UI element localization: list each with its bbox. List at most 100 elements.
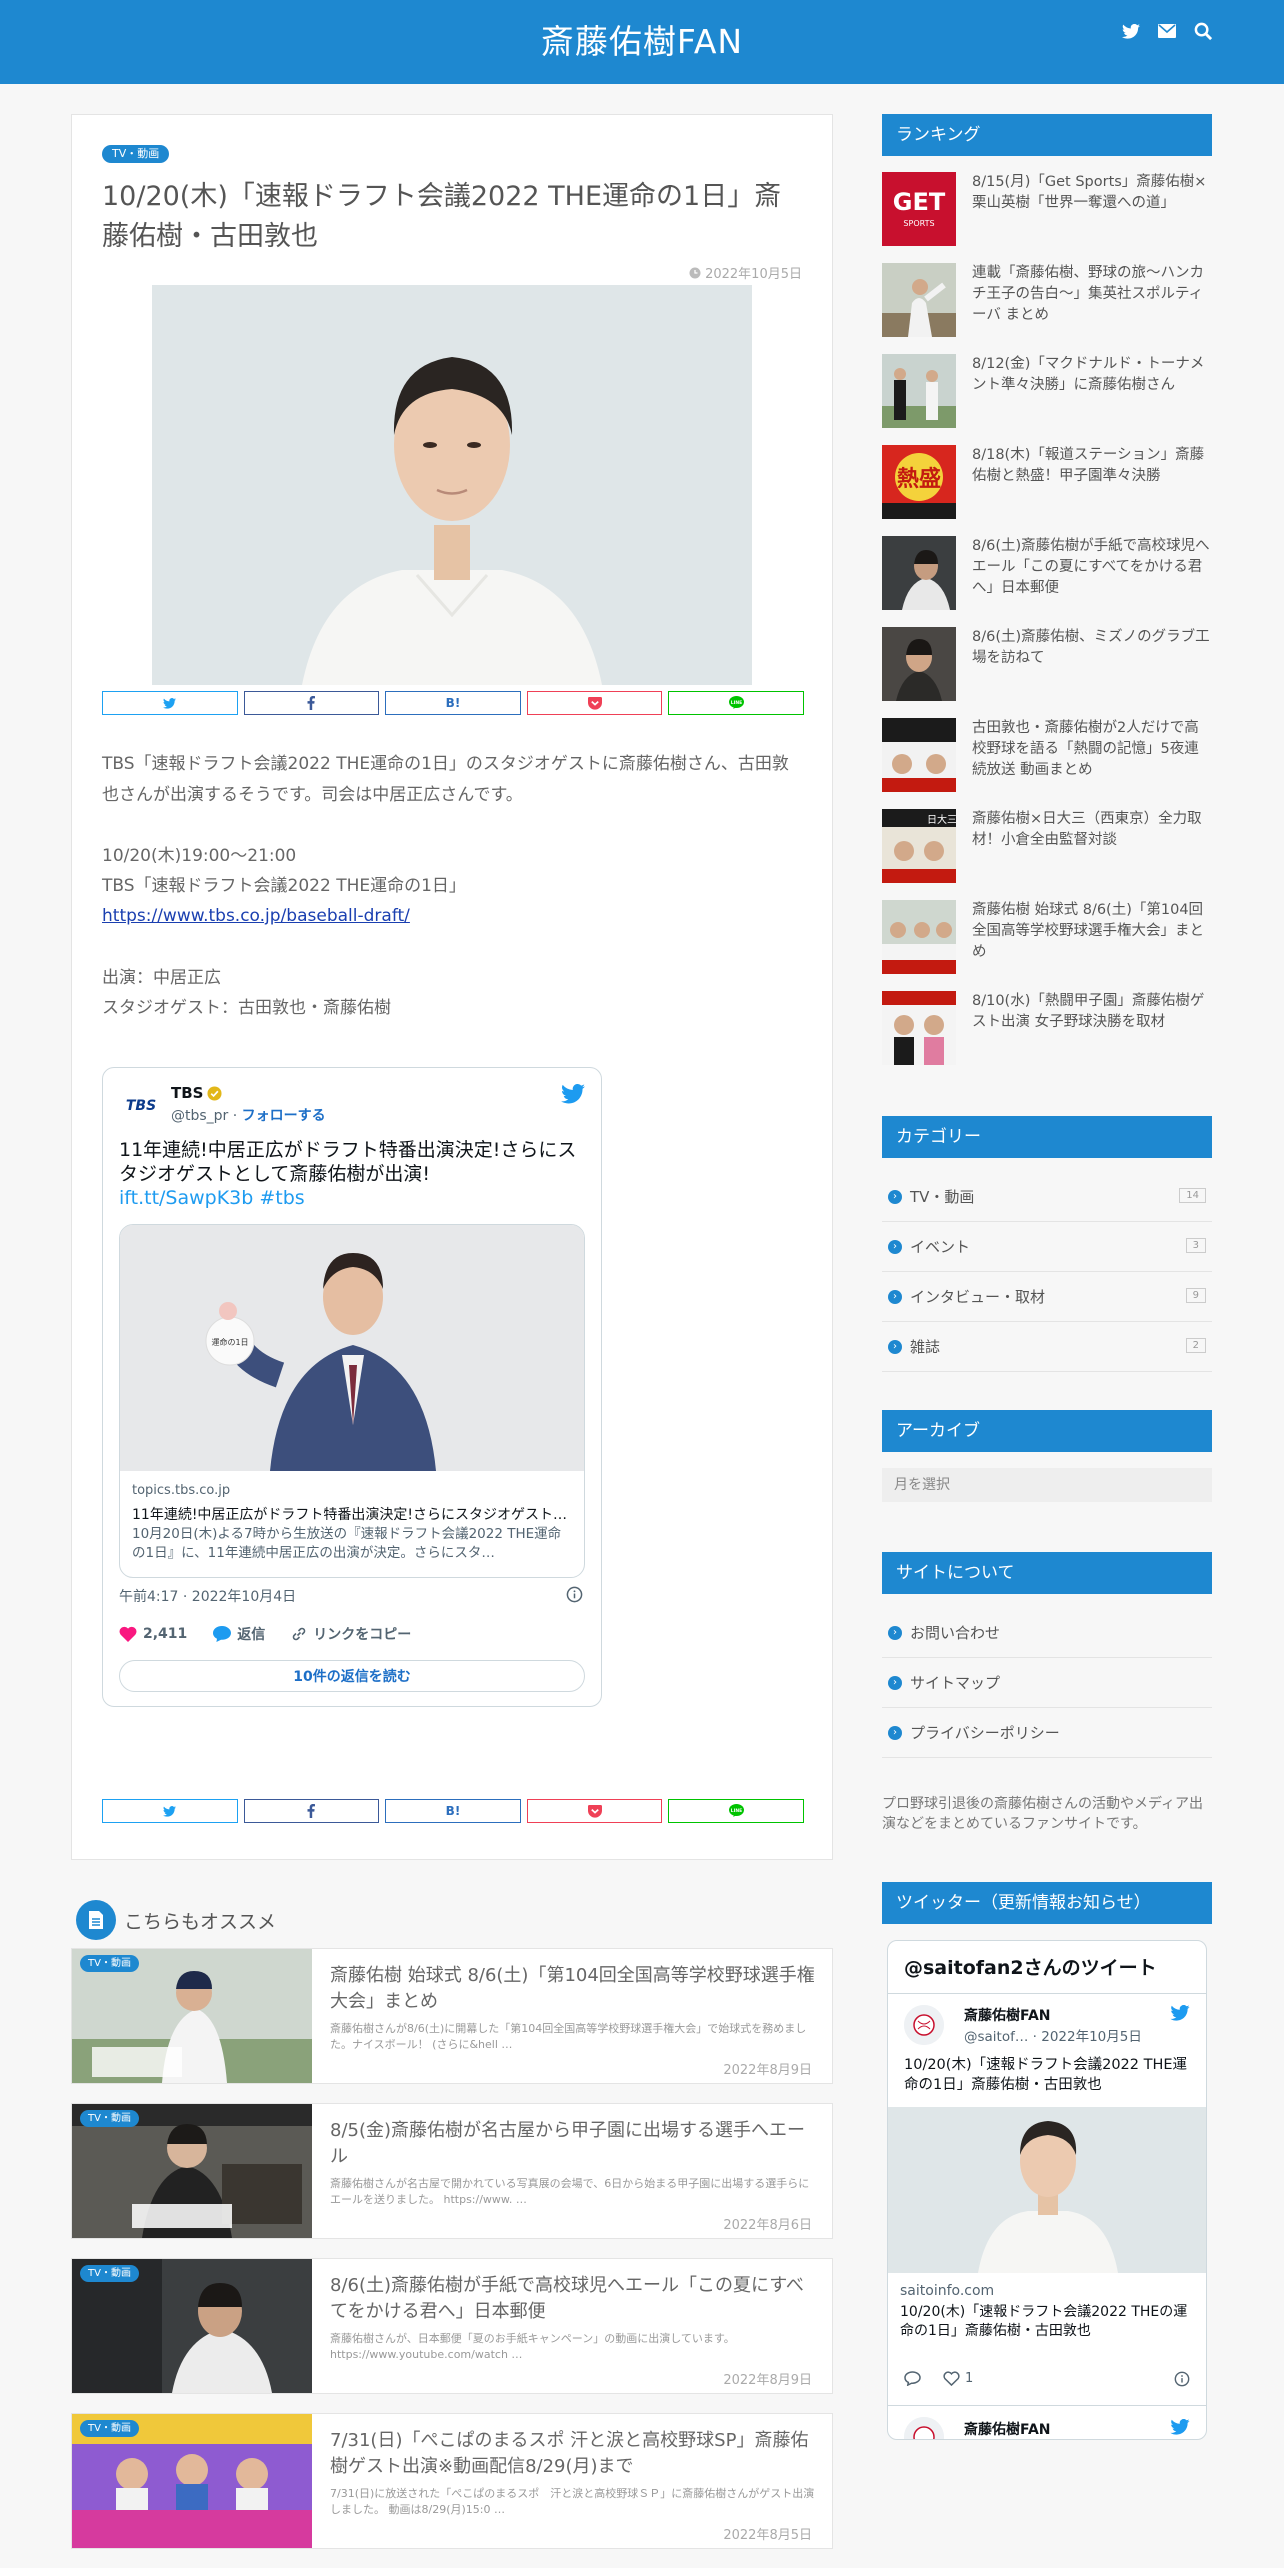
recommend-item[interactable]: TV・動画 8/6(土)斎藤佑樹が手紙で高校球児へエール「この夏にすべてをかける…	[71, 2258, 833, 2394]
twitter-bird-icon[interactable]	[1170, 2004, 1190, 2025]
clock-icon	[689, 267, 701, 278]
recommend-item[interactable]: TV・動画 斎藤佑樹 始球式 8/6(土)「第104回全国高等学校野球選手権大会…	[71, 1948, 833, 2084]
share-twitter-button[interactable]	[102, 1799, 238, 1823]
ranking-title: 8/6(土)斎藤佑樹が手紙で高校球児へエール「この夏にすべてをかける君へ」日本郵…	[972, 538, 1210, 596]
ranking-item[interactable]: 連載「斎藤佑樹、野球の旅～ハンカチ王子の告白～」集英社スポルティーバ まとめ	[882, 263, 1212, 339]
reply-bubble-icon	[904, 2371, 921, 2386]
recommend-thumbnail: TV・動画	[72, 2259, 312, 2393]
timeline-heading[interactable]: @saitofan2さんのツイート	[904, 1953, 1157, 1980]
about-link-sitemap[interactable]: › サイトマップ	[882, 1658, 1212, 1708]
follow-link[interactable]: フォローする	[242, 1108, 326, 1124]
ranking-thumbnail: 日大三	[882, 809, 956, 883]
recommend-item[interactable]: TV・動画 8/5(金)斎藤佑樹が名古屋から甲子園に出場する選手へエール 斎藤佑…	[71, 2103, 833, 2239]
reply-bubble-icon	[213, 1626, 232, 1642]
timeline-reply-button[interactable]	[904, 2371, 921, 2386]
category-count: 3	[1185, 1238, 1206, 1253]
reply-button[interactable]: 返信	[213, 1624, 265, 1644]
copy-link-button[interactable]: リンクをコピー	[291, 1624, 411, 1644]
ranking-thumbnail	[882, 536, 956, 610]
ranking-title: 斎藤佑樹 始球式 8/6(土)「第104回全国高等学校野球選手権大会」まとめ	[972, 902, 1204, 960]
timeline-author-name[interactable]: 斎藤佑樹FAN	[964, 2005, 1051, 2025]
tbs-avatar[interactable]: TBS	[121, 1086, 161, 1126]
netsumori-logo-text: 熱盛	[897, 466, 941, 492]
share-pocket-button[interactable]	[526, 1799, 663, 1823]
recommend-excerpt: 斎藤佑樹さんが名古屋で開かれている写真展の会場で、6日から始まる甲子園に出場する…	[330, 2177, 810, 2206]
share-hatena-button[interactable]: B!	[385, 691, 521, 715]
archive-heading: アーカイブ	[882, 1410, 1212, 1452]
tweet-separator: ·	[232, 1108, 238, 1124]
share-facebook-button[interactable]	[243, 1799, 380, 1823]
category-count: 2	[1185, 1338, 1206, 1353]
twitter-bird-icon[interactable]	[1170, 2418, 1190, 2439]
reply-label: 返信	[237, 1627, 266, 1643]
recommend-date: 2022年8月9日	[723, 2063, 812, 2078]
category-item-tv[interactable]: › TV・動画 14	[882, 1172, 1212, 1222]
chevron-right-icon: ›	[888, 1625, 902, 1640]
ranking-item[interactable]: 8/6(土)斎藤佑樹、ミズノのグラブ工場を訪ねて	[882, 627, 1212, 703]
ranking-title: 8/6(土)斎藤佑樹、ミズノのグラブ工場を訪ねて	[972, 629, 1210, 666]
link-icon	[293, 1627, 306, 1641]
tweet-text: 11年連続!中居正広がドラフト特番出演決定!さらにスタジオゲストとして斎藤佑樹が…	[119, 1138, 589, 1210]
share-twitter-button[interactable]	[102, 691, 238, 715]
site-title[interactable]: 斎藤佑樹FAN	[0, 0, 1284, 84]
timeline-author-name[interactable]: 斎藤佑樹FAN	[964, 2419, 1051, 2439]
ranking-thumbnail: GET SPORTS	[882, 172, 956, 246]
svg-text:LINE: LINE	[730, 700, 741, 706]
recommend-excerpt: 7/31(日)に放送された「ぺこぱのまるスポ 汗と涙と高校野球ＳＰ」に斎藤佑樹さ…	[330, 2487, 815, 2516]
ranking-item[interactable]: 8/6(土)斎藤佑樹が手紙で高校球児へエール「この夏にすべてをかける君へ」日本郵…	[882, 536, 1212, 612]
recommend-thumbnail: TV・動画	[72, 2414, 312, 2548]
info-icon[interactable]	[566, 1586, 583, 1607]
tweet-author[interactable]: TBS	[171, 1084, 222, 1102]
category-item-magazine[interactable]: › 雑誌 2	[882, 1322, 1212, 1372]
ranking-item[interactable]: 8/10(水)「熱闘甲子園」斎藤佑樹ゲスト出演 女子野球決勝を取材	[882, 991, 1212, 1067]
twitter-timeline: @saitofan2さんのツイート 斎藤佑樹FAN @saitof… · 202…	[887, 1940, 1207, 2440]
share-facebook-button[interactable]	[243, 691, 380, 715]
avatar[interactable]	[904, 2005, 944, 2045]
post-date: 2022年10月5日	[689, 263, 802, 282]
timeline-like-button[interactable]: 1	[943, 2371, 973, 2386]
about-link-contact[interactable]: › お問い合わせ	[882, 1608, 1212, 1658]
ranking-item[interactable]: GET SPORTS 8/15(月)「Get Sports」斎藤佑樹×栗山英樹「世…	[882, 172, 1212, 248]
timeline-card-image[interactable]	[888, 2107, 1206, 2273]
category-item-event[interactable]: › イベント 3	[882, 1222, 1212, 1272]
twitter-icon	[163, 1805, 177, 1817]
category-badge[interactable]: TV・動画	[102, 145, 170, 163]
like-button[interactable]: 2,411	[119, 1626, 187, 1642]
share-line-button[interactable]: LINE	[668, 691, 804, 715]
line-icon: LINE	[728, 696, 744, 709]
twitter-bird-icon[interactable]	[561, 1083, 585, 1108]
recommend-item[interactable]: TV・動画 7/31(日)「ぺこぱのまるスポ 汗と涙と高校野球SP」斎藤佑樹ゲス…	[71, 2413, 833, 2549]
schedule-link[interactable]: https://www.tbs.co.jp/baseball-draft/	[102, 906, 410, 926]
archive-month-select[interactable]: 月を選択	[882, 1468, 1212, 1502]
category-item-interview[interactable]: › インタビュー・取材 9	[882, 1272, 1212, 1322]
svg-text:LINE: LINE	[730, 1808, 741, 1814]
ranking-item[interactable]: 熱盛 8/18(木)「報道ステーション」斎藤佑樹と熱盛！甲子園準々決勝	[882, 445, 1212, 521]
share-hatena-button[interactable]: B!	[385, 1799, 521, 1823]
share-buttons-bottom: B! LINE	[102, 1799, 804, 1825]
search-icon[interactable]	[1192, 20, 1214, 42]
like-count: 2,411	[143, 1626, 188, 1642]
tweet-link-card[interactable]: 運命の1日 topics.tbs.co.jp 11年連続!中居正広がドラフト特番…	[119, 1224, 585, 1578]
ranking-title: 8/12(金)「マクドナルド・トーナメント準々決勝」に斎藤佑樹さん	[972, 356, 1205, 393]
tweet-link[interactable]: ift.tt/SawpK3b #tbs	[119, 1187, 305, 1209]
ranking-item[interactable]: 古田敦也・斎藤佑樹が2人だけで高校野球を語る「熱闘の記憶」5夜連続放送 動画まと…	[882, 718, 1212, 794]
twitter-icon[interactable]	[1120, 20, 1142, 42]
mail-icon[interactable]	[1156, 20, 1178, 42]
tweet-handle: @tbs_pr	[171, 1108, 229, 1124]
share-line-button[interactable]: LINE	[668, 1799, 804, 1823]
ranking-item[interactable]: 8/12(金)「マクドナルド・トーナメント準々決勝」に斎藤佑樹さん	[882, 354, 1212, 430]
nichidai-logo-text: 日大三	[927, 813, 956, 826]
ranking-item[interactable]: 斎藤佑樹 始球式 8/6(土)「第104回全国高等学校野球選手権大会」まとめ	[882, 900, 1212, 976]
recommend-thumbnail: TV・動画	[72, 2104, 312, 2238]
share-pocket-button[interactable]	[526, 691, 663, 715]
read-replies-button[interactable]: 10件の返信を読む	[119, 1660, 585, 1692]
category-label: TV・動画	[910, 1188, 975, 1206]
tweet-timestamp[interactable]: 午前4:17 · 2022年10月4日	[119, 1586, 296, 1606]
avatar[interactable]	[904, 2417, 944, 2439]
ranking-thumbnail	[882, 718, 956, 792]
info-icon[interactable]	[1174, 2371, 1190, 2391]
ranking-item[interactable]: 日大三 斎藤佑樹×日大三（西東京）全力取材！小倉全由監督対談	[882, 809, 1212, 885]
chevron-right-icon: ›	[888, 1725, 902, 1740]
about-link-privacy[interactable]: › プライバシーポリシー	[882, 1708, 1212, 1758]
tweet-card-description: 10月20日(木)よる7時から生放送の『速報ドラフト会議2022 THE運命の1…	[132, 1526, 562, 1561]
